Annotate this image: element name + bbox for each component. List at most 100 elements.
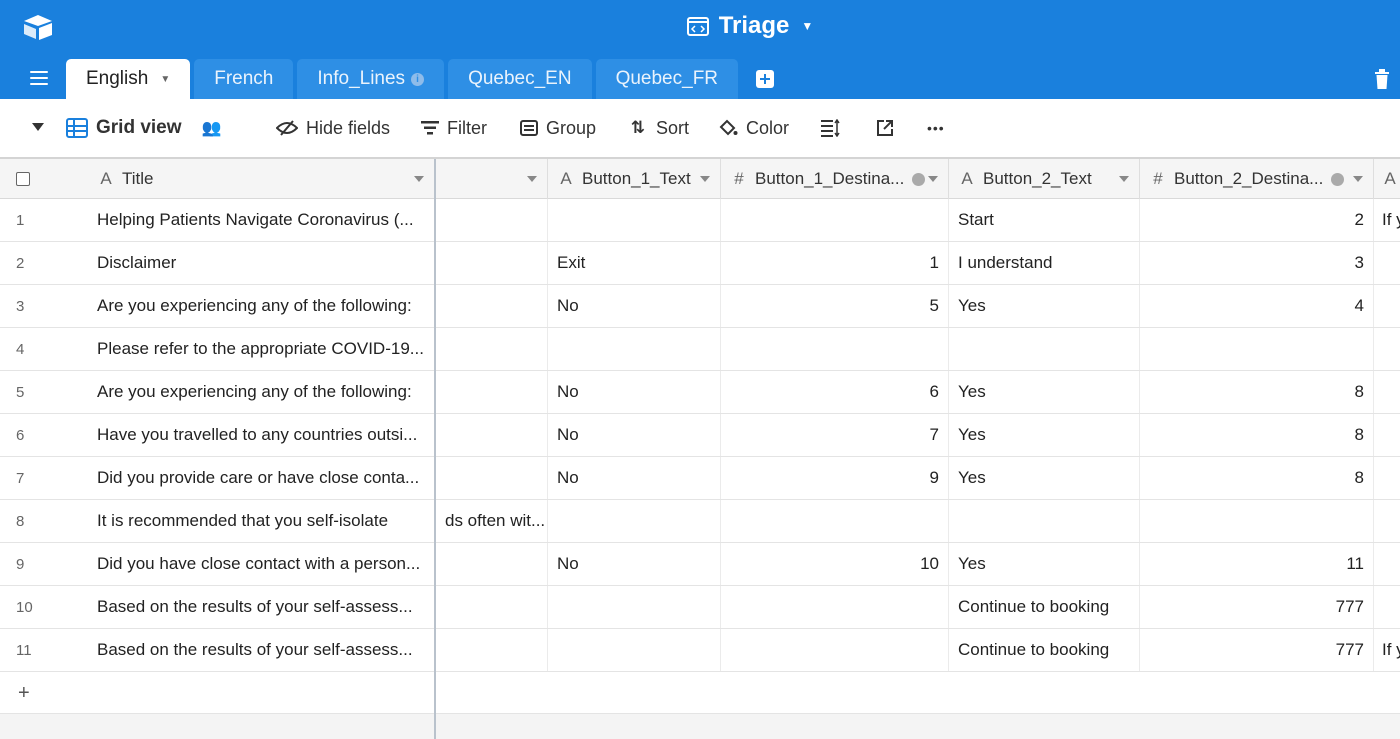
button-1-text-cell[interactable]: No [548,414,721,456]
next-field-cell[interactable] [1374,328,1400,370]
button-1-text-cell[interactable] [548,500,721,542]
table-row[interactable]: 7 Did you provide care or have close cont… [0,457,1400,500]
more-options-button[interactable]: ••• [927,99,945,157]
table-row[interactable]: 3 Are you experiencing any of the followi… [0,285,1400,328]
chevron-down-icon[interactable] [527,176,537,182]
title-cell[interactable]: It is recommended that you self-isolate [88,500,435,542]
button-2-destination-cell[interactable]: 8 [1140,414,1374,456]
hidden-field-cell[interactable] [436,242,548,284]
button-1-destination-cell[interactable] [721,500,949,542]
button-1-destination-cell[interactable]: 9 [721,457,949,499]
button-1-destination-cell[interactable] [721,586,949,628]
column-header-button-2-text[interactable]: A Button_2_Text [949,159,1140,199]
column-header-button-2-destination[interactable]: # Button_2_Destina... [1140,159,1374,199]
button-1-text-cell[interactable] [548,629,721,671]
button-2-text-cell[interactable]: I understand [949,242,1140,284]
chevron-down-icon[interactable]: ▼ [160,74,170,85]
button-2-destination-cell[interactable]: 777 [1140,629,1374,671]
chevron-down-icon[interactable] [928,176,938,182]
group-button[interactable]: Group [520,99,596,157]
table-row[interactable]: 9 Did you have close contact with a perso… [0,543,1400,586]
chevron-down-icon[interactable] [414,176,424,182]
button-2-destination-cell[interactable]: 8 [1140,371,1374,413]
trash-icon[interactable] [1375,69,1389,89]
button-2-destination-cell[interactable]: 8 [1140,457,1374,499]
sort-button[interactable]: ⇅ Sort [628,99,689,157]
color-button[interactable]: Color [718,99,789,157]
button-2-destination-cell[interactable]: 11 [1140,543,1374,585]
title-cell[interactable]: Have you travelled to any countries outs… [88,414,435,456]
frozen-column-divider[interactable] [434,159,436,739]
title-cell[interactable]: Are you experiencing any of the followin… [88,371,435,413]
filter-button[interactable]: Filter [421,99,487,157]
collaborators-icon[interactable]: 👥 [202,118,222,138]
hidden-field-cell[interactable] [436,543,548,585]
hidden-field-cell[interactable] [436,457,548,499]
tab-quebec-fr[interactable]: Quebec_FR [595,59,739,99]
tab-quebec-en[interactable]: Quebec_EN [448,59,592,99]
hidden-field-cell[interactable] [436,371,548,413]
button-2-text-cell[interactable] [949,500,1140,542]
table-row[interactable]: 10 Based on the results of your self-asse… [0,586,1400,629]
tab-info-lines[interactable]: Info_Lines i [297,59,445,99]
share-view-button[interactable] [876,99,894,157]
button-2-text-cell[interactable] [949,328,1140,370]
table-row[interactable]: 6 Have you travelled to any countries out… [0,414,1400,457]
button-1-destination-cell[interactable]: 6 [721,371,949,413]
hidden-field-cell[interactable] [436,414,548,456]
button-1-text-cell[interactable] [548,328,721,370]
hamburger-icon[interactable] [30,71,48,85]
title-cell[interactable]: Did you provide care or have close conta… [88,457,435,499]
airtable-logo-icon[interactable] [22,13,54,41]
button-1-text-cell[interactable]: No [548,371,721,413]
title-cell[interactable]: Please refer to the appropriate COVID-19… [88,328,435,370]
select-all-checkbox[interactable] [16,172,30,186]
button-2-destination-cell[interactable] [1140,328,1374,370]
button-1-destination-cell[interactable]: 1 [721,242,949,284]
next-field-cell[interactable] [1374,543,1400,585]
chevron-down-icon[interactable] [700,176,710,182]
row-height-button[interactable] [821,99,841,157]
column-header-button-1-text[interactable]: A Button_1_Text [548,159,721,199]
title-cell[interactable]: Disclaimer [88,242,435,284]
table-row[interactable]: 2 Disclaimer Exit 1 I understand 3 [0,242,1400,285]
next-field-cell[interactable] [1374,500,1400,542]
button-2-destination-cell[interactable]: 2 [1140,199,1374,241]
next-field-cell[interactable]: If y [1374,199,1400,241]
hidden-field-cell[interactable]: ds often wit... [436,500,548,542]
chevron-down-icon[interactable] [1353,176,1363,182]
base-name-button[interactable]: Triage ▼ [686,12,813,40]
column-header-title[interactable]: A Title [88,159,435,199]
button-1-destination-cell[interactable] [721,199,949,241]
chevron-down-icon[interactable] [1119,176,1129,182]
chevron-down-icon[interactable] [32,123,44,131]
hidden-field-cell[interactable] [436,285,548,327]
button-2-destination-cell[interactable]: 777 [1140,586,1374,628]
title-cell[interactable]: Helping Patients Navigate Coronavirus (.… [88,199,435,241]
button-1-text-cell[interactable] [548,199,721,241]
column-header-button-1-destination[interactable]: # Button_1_Destina... [721,159,949,199]
view-switcher[interactable]: Grid view 👥 [66,99,221,157]
next-field-cell[interactable] [1374,457,1400,499]
button-1-destination-cell[interactable]: 10 [721,543,949,585]
button-1-text-cell[interactable]: No [548,285,721,327]
hidden-field-cell[interactable] [436,629,548,671]
hidden-field-cell[interactable] [436,328,548,370]
next-field-cell[interactable] [1374,285,1400,327]
next-field-cell[interactable] [1374,586,1400,628]
next-field-cell[interactable] [1374,414,1400,456]
button-2-text-cell[interactable]: Continue to booking [949,629,1140,671]
next-field-cell[interactable] [1374,242,1400,284]
hide-fields-button[interactable]: Hide fields [276,99,390,157]
add-table-icon[interactable] [756,70,775,88]
tab-english[interactable]: English ▼ [66,59,191,99]
button-1-destination-cell[interactable] [721,328,949,370]
title-cell[interactable]: Are you experiencing any of the followin… [88,285,435,327]
button-1-text-cell[interactable]: No [548,543,721,585]
button-1-destination-cell[interactable]: 5 [721,285,949,327]
title-cell[interactable]: Did you have close contact with a person… [88,543,435,585]
button-1-text-cell[interactable] [548,586,721,628]
button-2-text-cell[interactable]: Yes [949,457,1140,499]
tab-french[interactable]: French [194,59,294,99]
button-2-text-cell[interactable]: Start [949,199,1140,241]
